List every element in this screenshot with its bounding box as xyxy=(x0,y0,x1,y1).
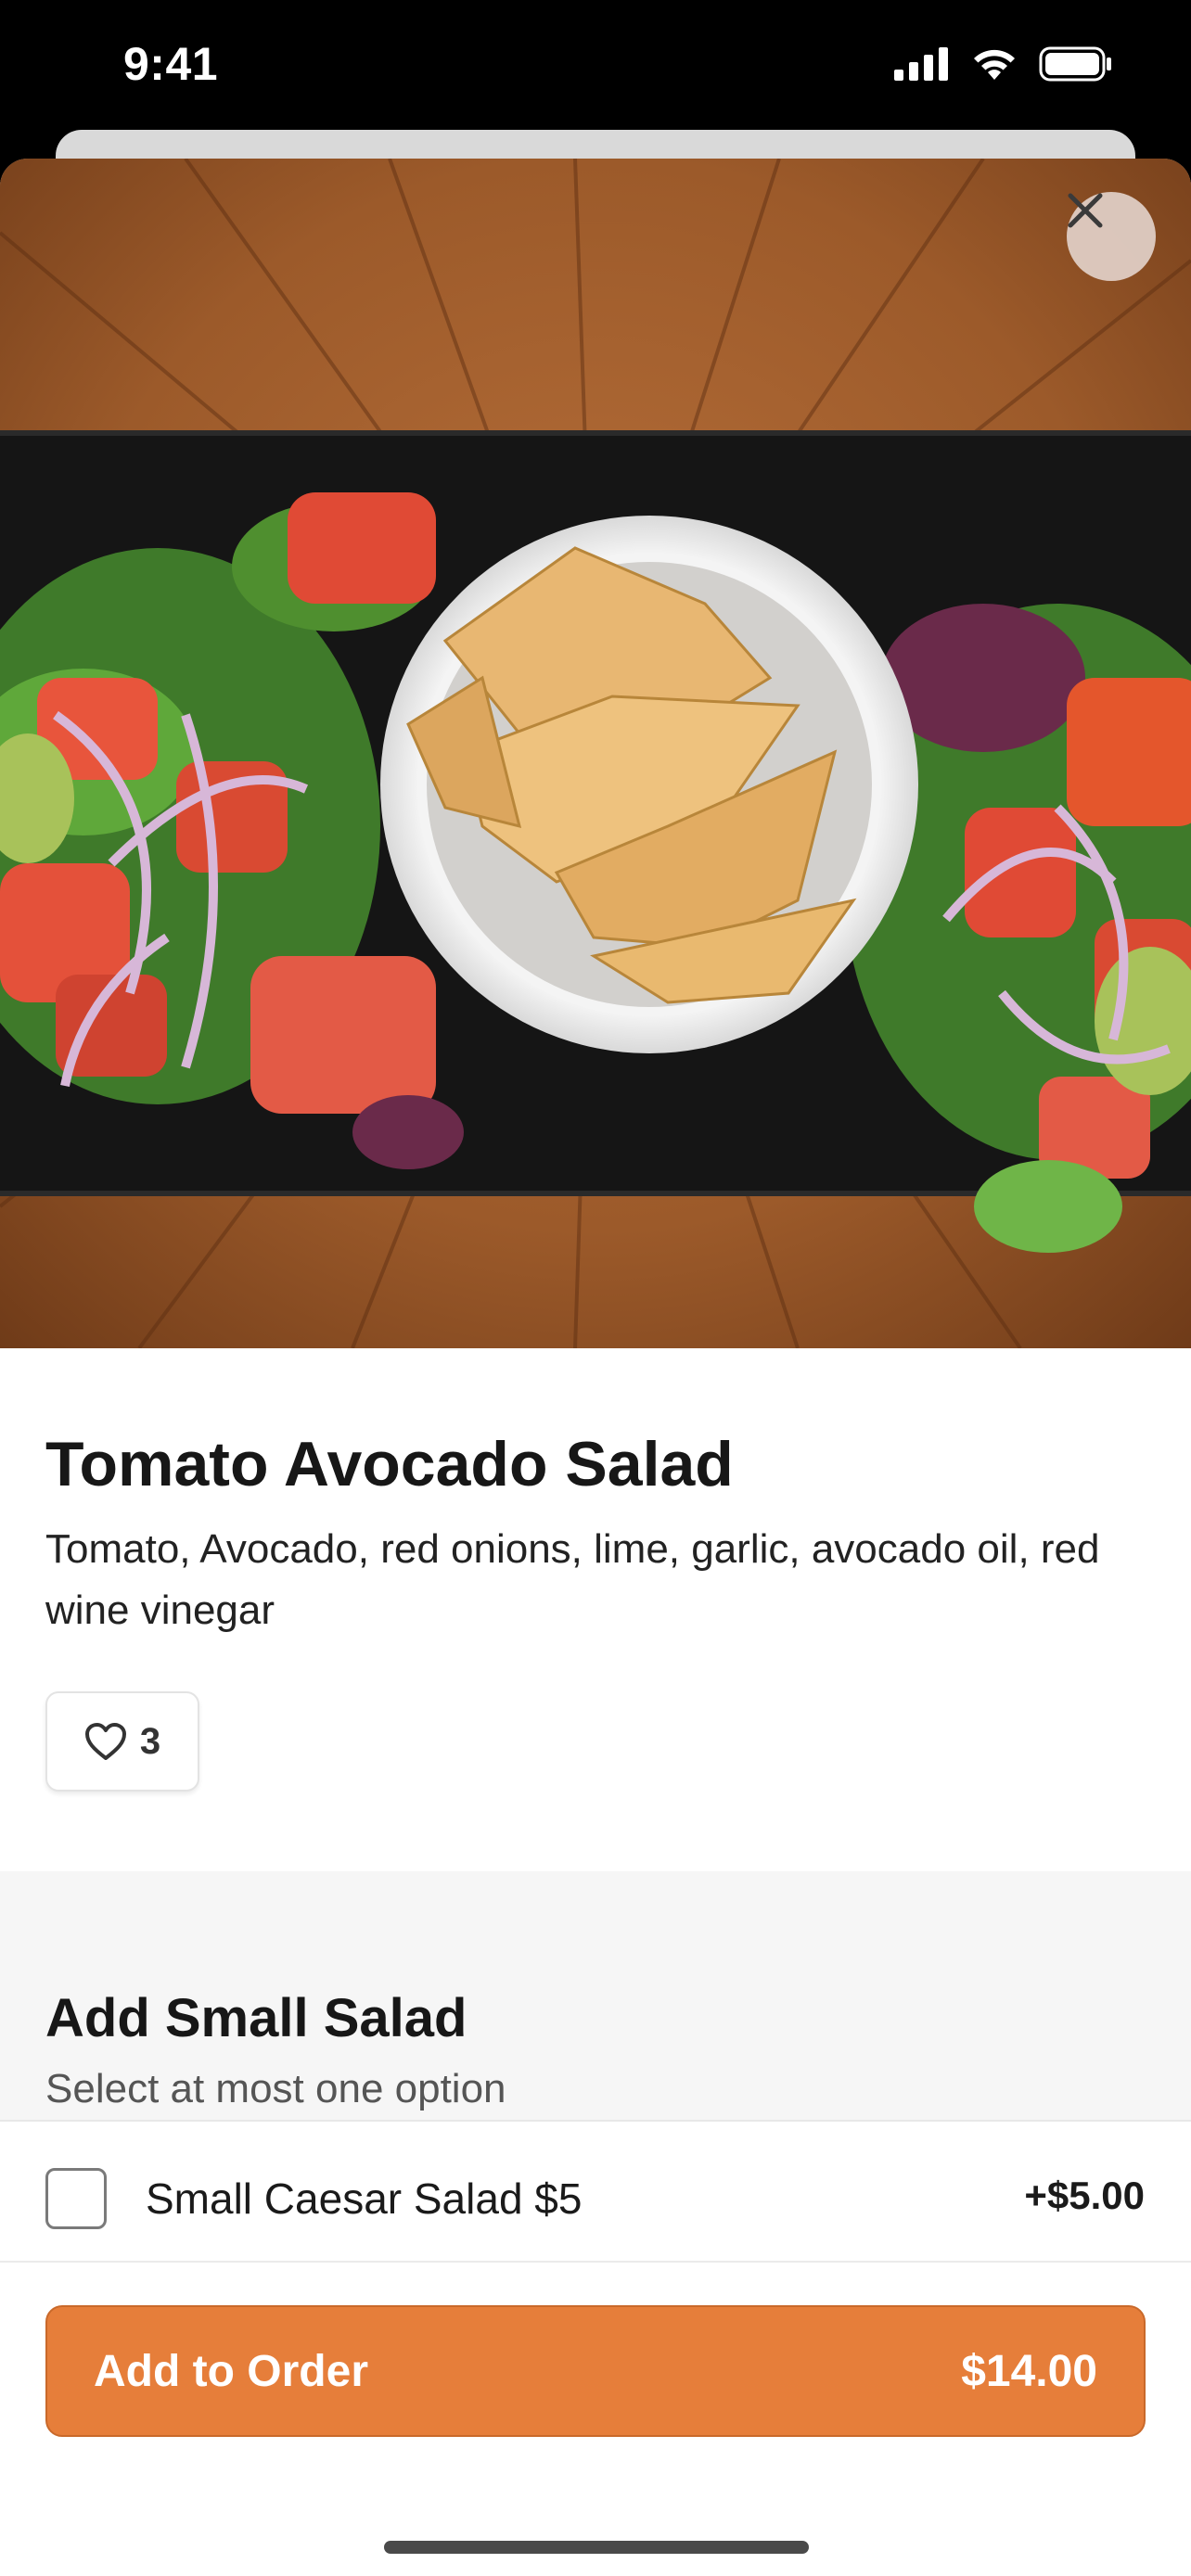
add-to-order-price: $14.00 xyxy=(961,2346,1097,2396)
item-hero-image xyxy=(0,159,1191,1348)
like-button[interactable]: 3 xyxy=(45,1691,199,1792)
home-indicator xyxy=(384,2541,809,2554)
order-footer: Add to Order $14.00 xyxy=(0,2261,1191,2576)
item-description: Tomato, Avocado, red onions, lime, garli… xyxy=(45,1526,1100,1633)
item-detail-sheet: Tomato Avocado Salad Tomato, Avocado, re… xyxy=(0,159,1191,2576)
option-label: Small Caesar Salad $5 xyxy=(146,2174,583,2223)
option-group-header: Add Small Salad Select at most one optio… xyxy=(0,1871,1191,2122)
status-icons xyxy=(894,46,1113,82)
like-count: 3 xyxy=(139,1720,161,1762)
add-to-order-button[interactable]: Add to Order $14.00 xyxy=(45,2305,1146,2437)
option-checkbox[interactable] xyxy=(45,2168,107,2229)
status-time: 9:41 xyxy=(123,38,219,90)
status-bar: 9:41 xyxy=(0,0,1191,132)
option-price: +$5.00 xyxy=(1024,2174,1145,2217)
battery-icon xyxy=(1039,46,1111,82)
option-group-title: Add Small Salad xyxy=(45,1988,467,2048)
close-icon xyxy=(1068,193,1103,228)
salad-photo xyxy=(0,159,1191,1348)
item-title: Tomato Avocado Salad xyxy=(45,1429,734,1499)
heart-icon xyxy=(84,1723,126,1760)
cellular-signal-icon xyxy=(894,47,948,81)
option-group-subtitle: Select at most one option xyxy=(45,2066,506,2111)
add-to-order-label: Add to Order xyxy=(94,2346,368,2396)
option-row-small-caesar-salad[interactable]: Small Caesar Salad $5 +$5.00 xyxy=(0,2122,1191,2237)
close-button[interactable] xyxy=(1067,192,1156,281)
wifi-icon xyxy=(974,49,1015,80)
